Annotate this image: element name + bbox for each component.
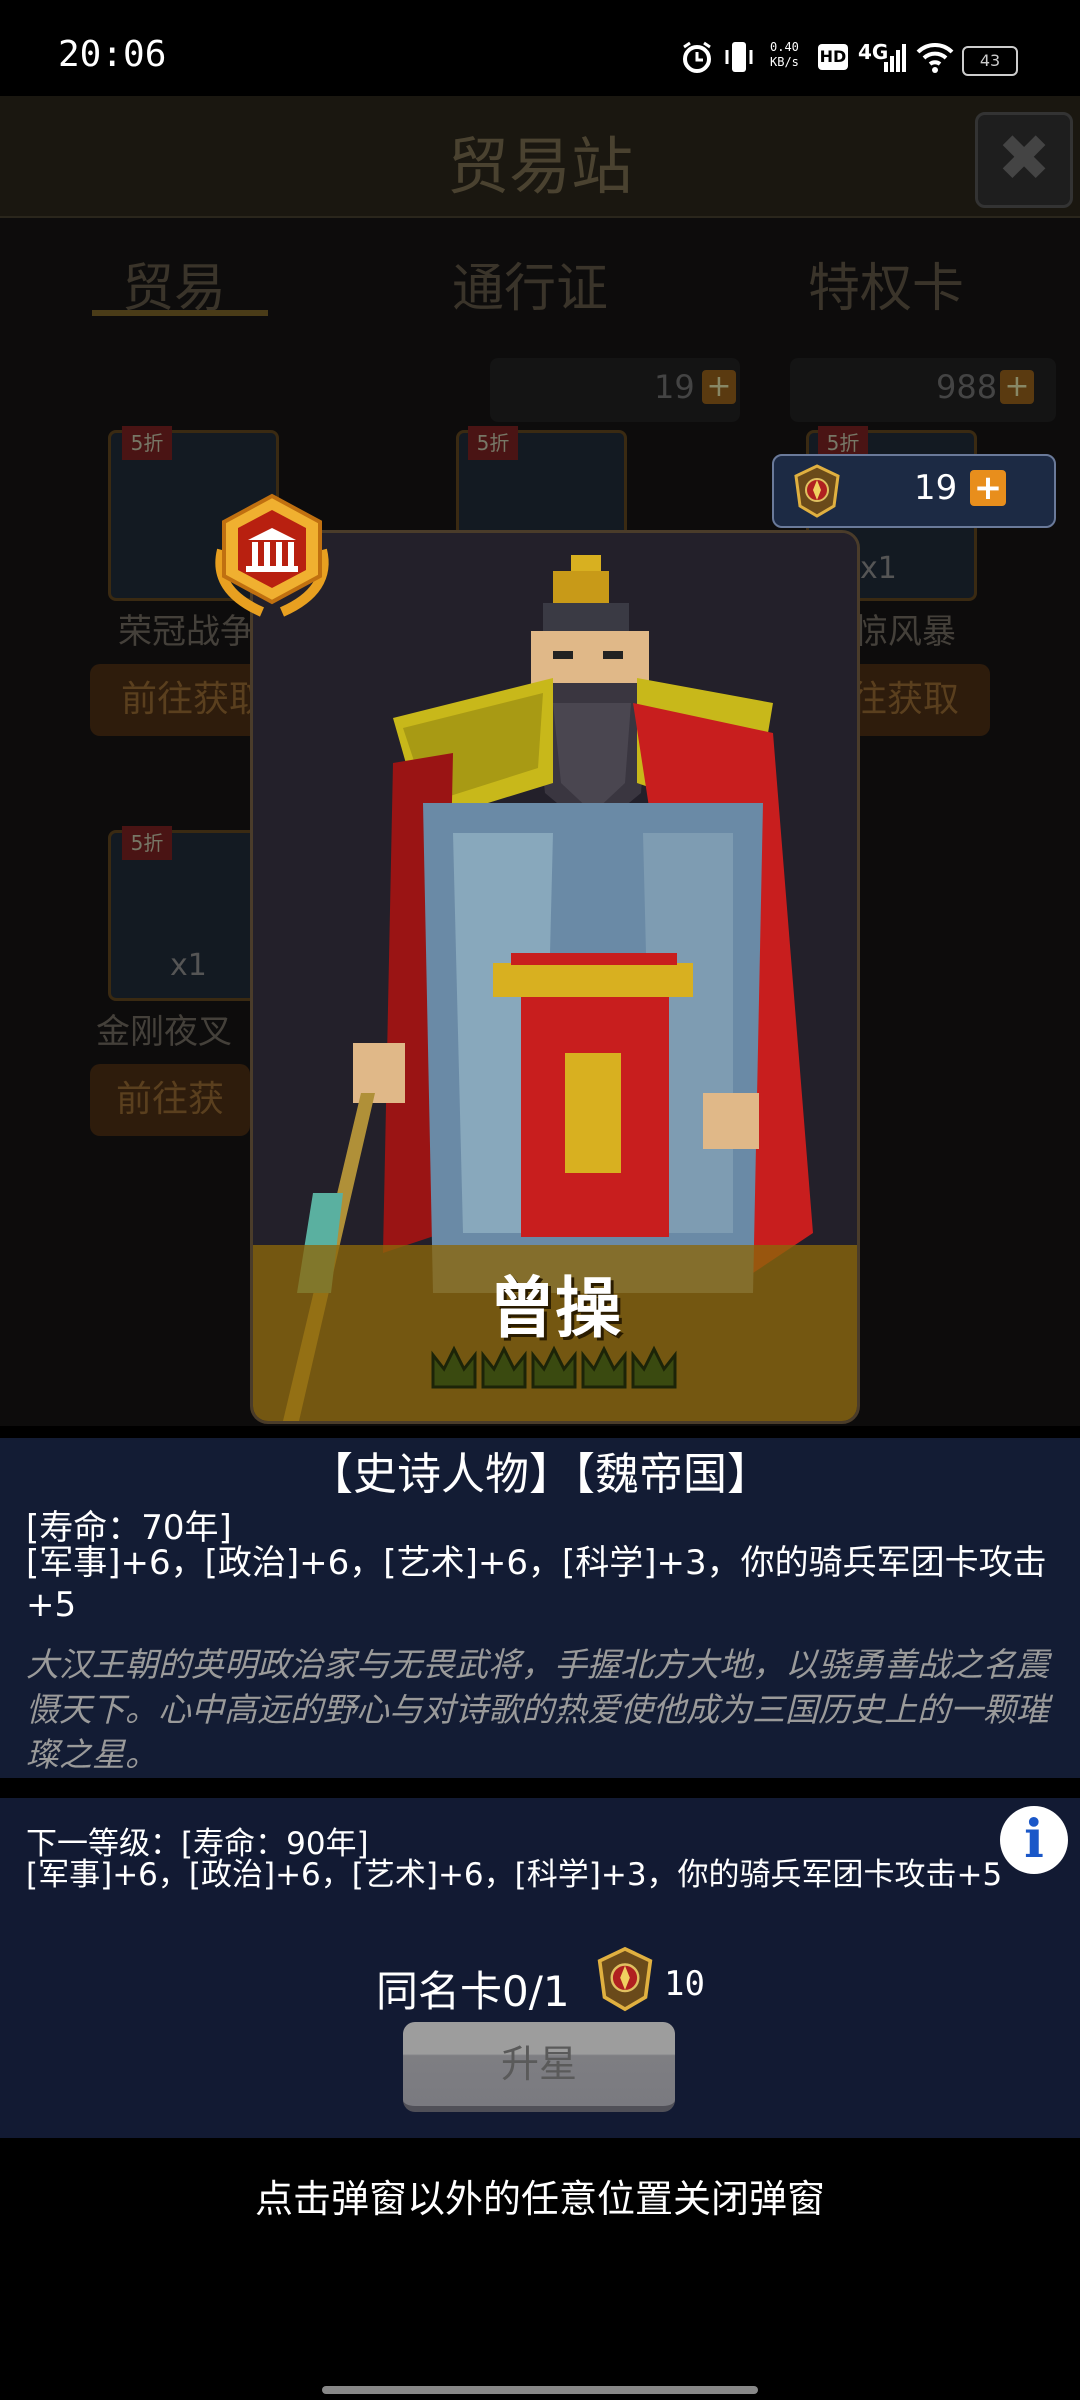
add-emblem-button[interactable]: +: [970, 470, 1006, 506]
bg-item-name: 惊风暴: [854, 612, 956, 652]
vibrate-icon: [725, 42, 753, 72]
close-icon[interactable]: ✖: [975, 112, 1073, 208]
discount-badge: 5折: [122, 426, 172, 460]
hd-icon: HD: [818, 44, 848, 70]
emblem-icon: [794, 464, 840, 518]
emblem-icon: [597, 1946, 653, 2012]
discount-badge: 5折: [122, 826, 172, 860]
bg-add-gem-button[interactable]: +: [1000, 370, 1034, 404]
info-icon[interactable]: i: [1000, 1806, 1068, 1874]
battery-icon: 43: [962, 46, 1018, 76]
active-tab-indicator: [92, 310, 268, 316]
cell-signal-icon: [884, 44, 906, 72]
bg-resource-gem-value: 988: [936, 368, 998, 406]
bg-get-button[interactable]: 前往获: [90, 1064, 250, 1136]
bg-page-title: 贸易站: [446, 130, 633, 203]
character-name: 曾操: [489, 1269, 621, 1347]
upgrade-cost: 10: [664, 1964, 705, 2004]
close-popup-hint: 点击弹窗以外的任意位置关闭弹窗: [254, 2177, 825, 2221]
tab-privilege[interactable]: 特权卡: [808, 246, 964, 321]
star-crowns-icon: [431, 1345, 677, 1389]
stats-text: [军事]+6，[政治]+6，[艺术]+6，[科学]+3，你的骑兵军团卡攻击+5: [26, 1543, 1047, 1625]
status-time: 20:06: [58, 34, 167, 75]
upgrade-star-button[interactable]: 升星: [403, 2022, 675, 2112]
character-category: 【史诗人物】【魏帝国】: [309, 1449, 771, 1500]
network-speed: 0.40 KB/s: [770, 40, 799, 69]
bg-item-qty: x1: [170, 948, 207, 983]
alarm-icon: [683, 41, 711, 73]
home-indicator[interactable]: [322, 2386, 758, 2394]
character-card: 曾操: [250, 530, 860, 1424]
bg-item-qty: x1: [860, 551, 897, 586]
tab-pass[interactable]: 通行证: [452, 246, 608, 321]
character-description: 大汉王朝的英明政治家与无畏武将，手握北方大地，以骁勇善战之名震慑天下。心中高远的…: [26, 1645, 1049, 1774]
bg-item-name: 金刚夜叉: [96, 1012, 232, 1052]
emblem-count: 19: [914, 468, 958, 508]
next-level-stats: [军事]+6，[政治]+6，[艺术]+6，[科学]+3，你的骑兵军团卡攻击+5: [26, 1857, 1003, 1893]
museum-laurel-icon: [215, 493, 329, 617]
bg-resource-emblem-value: 19: [654, 368, 695, 406]
bg-add-emblem-button[interactable]: +: [702, 370, 736, 404]
duplicate-card-count: 同名卡0/1: [376, 1967, 570, 2016]
discount-badge: 5折: [468, 426, 518, 460]
wifi-icon: [916, 42, 954, 73]
emblem-resource-pill: 19 +: [772, 454, 1056, 528]
